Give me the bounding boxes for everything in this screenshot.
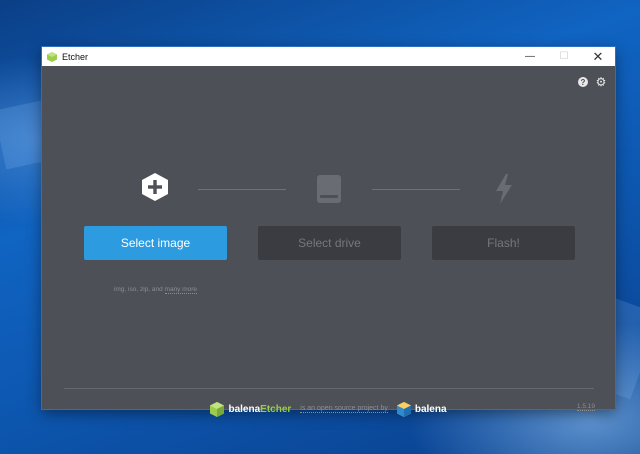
balena-logo-icon	[396, 401, 411, 417]
drive-icon	[317, 175, 341, 203]
balena-etcher-logo-link[interactable]: balena Etcher	[210, 401, 292, 417]
flash-button[interactable]: Flash!	[432, 226, 575, 260]
maximize-button[interactable]: ☐	[547, 47, 581, 66]
footer: balena Etcher is an open source project b…	[42, 399, 615, 419]
title-bar[interactable]: Etcher — ☐ ✕	[42, 47, 615, 66]
header-icons: ? ⚙	[578, 75, 607, 89]
balena-logo-link[interactable]: balena	[396, 401, 447, 417]
close-icon: ✕	[592, 48, 604, 64]
plus-hexagon-icon	[142, 173, 168, 201]
formats-text: img, iso, zip, and	[113, 286, 163, 293]
settings-icon[interactable]: ⚙	[595, 75, 607, 89]
window-title: Etcher	[62, 51, 89, 62]
company-name: balena	[414, 403, 447, 415]
lightning-icon	[496, 174, 512, 204]
image-formats-hint: img, iso, zip, and many more	[84, 286, 227, 294]
help-icon[interactable]: ?	[578, 77, 588, 87]
step-connector	[198, 189, 286, 190]
footer-divider	[64, 388, 594, 389]
step-connector	[372, 189, 460, 190]
etcher-window: Etcher — ☐ ✕ ? ⚙ Select image Select dri…	[42, 47, 615, 417]
minimize-button[interactable]: —	[513, 47, 547, 66]
select-drive-button[interactable]: Select drive	[258, 226, 401, 260]
minimize-icon: —	[525, 51, 535, 62]
version-label[interactable]: 1.5.19	[576, 403, 595, 411]
etcher-app-icon	[47, 51, 57, 62]
many-more-link[interactable]: many more	[164, 286, 198, 294]
maximize-icon: ☐	[559, 51, 569, 62]
open-source-link[interactable]: is an open source project by	[300, 405, 388, 413]
brand-balena-text: balena	[228, 403, 261, 415]
window-controls: — ☐ ✕	[513, 47, 615, 66]
select-image-button[interactable]: Select image	[84, 226, 227, 260]
etcher-logo-icon	[210, 401, 225, 417]
close-button[interactable]: ✕	[581, 47, 615, 66]
main-content: ? ⚙ Select image Select drive Flash! img…	[42, 66, 615, 417]
brand-etcher-text: Etcher	[260, 403, 292, 415]
